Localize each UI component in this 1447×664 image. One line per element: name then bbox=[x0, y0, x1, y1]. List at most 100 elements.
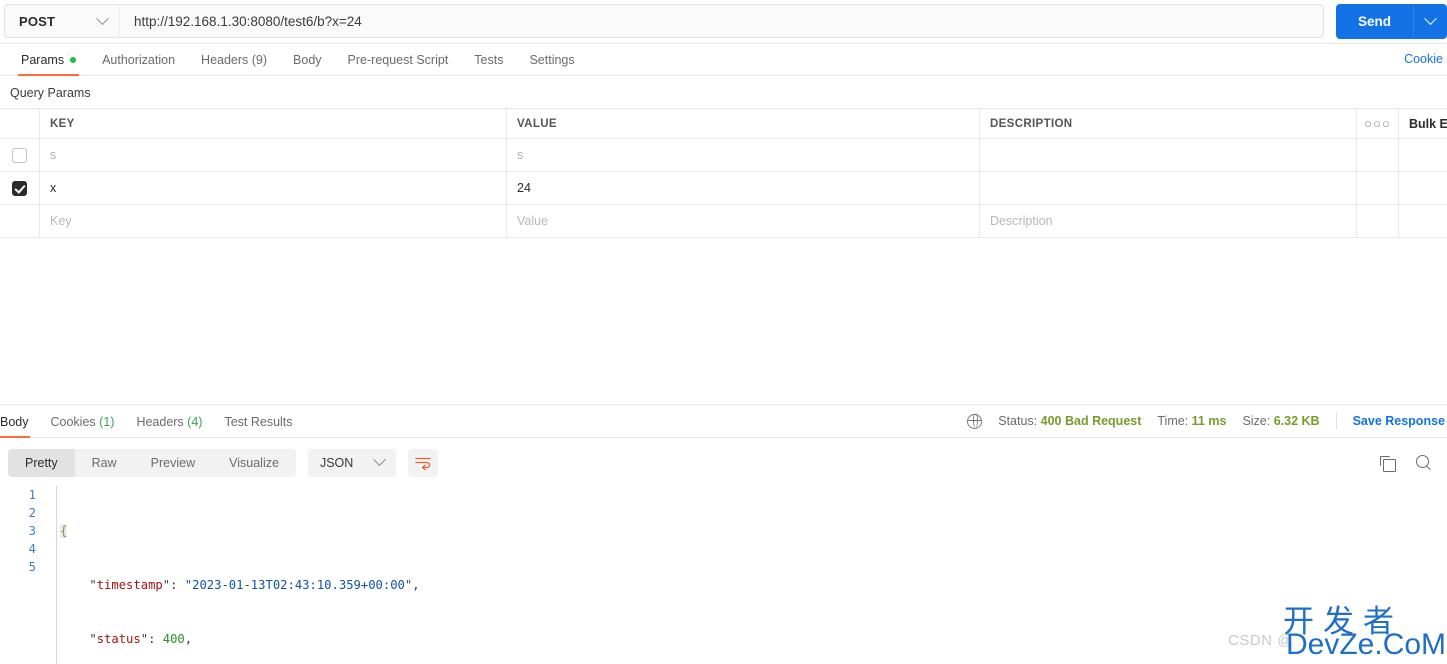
response-tab-body[interactable]: Body bbox=[0, 415, 40, 438]
tab-params[interactable]: Params bbox=[8, 52, 89, 76]
url-input[interactable]: http://192.168.1.30:8080/test6/b?x=24 bbox=[119, 4, 1324, 38]
view-preview-button[interactable]: Preview bbox=[134, 449, 212, 477]
cookies-link[interactable]: Cookie bbox=[1404, 52, 1443, 66]
row-description-cell[interactable] bbox=[980, 172, 1357, 204]
row-enable-checkbox[interactable] bbox=[12, 147, 27, 163]
row-checkbox-cell bbox=[0, 172, 40, 204]
new-row-value-placeholder: Value bbox=[517, 214, 549, 228]
chevron-down-icon bbox=[96, 11, 109, 25]
new-row-key-input[interactable]: Key bbox=[40, 205, 507, 237]
word-wrap-button[interactable] bbox=[408, 448, 439, 477]
tab-tests-label: Tests bbox=[474, 52, 504, 67]
row-options-cell bbox=[1357, 205, 1399, 237]
column-header-value: VALUE bbox=[517, 117, 557, 130]
tab-tests[interactable]: Tests bbox=[461, 52, 516, 76]
new-row-value-input[interactable]: Value bbox=[507, 205, 980, 237]
response-tab-test-results[interactable]: Test Results bbox=[213, 414, 303, 438]
column-header-description: DESCRIPTION bbox=[990, 117, 1073, 130]
table-row[interactable]: x 24 bbox=[0, 172, 1447, 205]
header-checkbox-cell bbox=[0, 109, 40, 138]
divider bbox=[1335, 413, 1337, 429]
json-code-lines: { "timestamp": "2023-01-13T02:43:10.359+… bbox=[60, 486, 1447, 664]
view-pretty-button[interactable]: Pretty bbox=[8, 448, 75, 477]
json-value-timestamp: "2023-01-13T02:43:10.359+00:00" bbox=[184, 578, 413, 592]
tab-body[interactable]: Body bbox=[280, 52, 335, 76]
time-group: Time: 11 ms bbox=[1157, 414, 1226, 428]
line-number: 1 bbox=[28, 488, 36, 502]
row-trailing-cell bbox=[1399, 139, 1447, 171]
time-value: 11 ms bbox=[1191, 414, 1227, 428]
send-button[interactable]: Send bbox=[1335, 3, 1413, 39]
row-key-cell[interactable]: s bbox=[40, 139, 507, 171]
tab-body-label: Body bbox=[293, 52, 322, 67]
response-tab-cookies-label: Cookies bbox=[50, 414, 96, 429]
response-tab-headers-count: (4) bbox=[187, 414, 203, 429]
column-header-key: KEY bbox=[50, 117, 75, 130]
json-key-status: status bbox=[96, 632, 141, 646]
row-value-text: s bbox=[517, 148, 524, 162]
tab-headers[interactable]: Headers (9) bbox=[188, 52, 280, 76]
response-body-viewer[interactable]: 1 2 3 4 5 { "timestamp": "2023-01-13T02:… bbox=[0, 486, 1447, 664]
copy-icon[interactable] bbox=[1380, 455, 1396, 472]
row-trailing-cell bbox=[1399, 205, 1447, 237]
globe-icon[interactable] bbox=[966, 413, 983, 429]
chevron-down-icon bbox=[1424, 11, 1437, 25]
size-group: Size: 6.32 KB bbox=[1242, 414, 1319, 428]
size-value: 6.32 KB bbox=[1273, 414, 1320, 428]
table-row[interactable]: s s bbox=[0, 139, 1447, 172]
line-number: 3 bbox=[28, 524, 36, 538]
query-params-title: Query Params bbox=[10, 86, 91, 100]
tab-authorization[interactable]: Authorization bbox=[89, 52, 188, 76]
view-visualize-button[interactable]: Visualize bbox=[212, 449, 296, 477]
row-value-cell[interactable]: 24 bbox=[507, 172, 980, 204]
size-label: Size: bbox=[1242, 414, 1271, 428]
line-number-gutter: 1 2 3 4 5 bbox=[0, 486, 46, 664]
json-value-status: 400 bbox=[162, 632, 185, 646]
ellipsis-icon: ○○○ bbox=[1364, 116, 1391, 131]
code-line-3: "status": 400, bbox=[89, 632, 193, 646]
row-key-text: x bbox=[50, 181, 57, 195]
row-options-cell bbox=[1357, 172, 1399, 204]
row-key-cell[interactable]: x bbox=[40, 172, 507, 204]
response-view-segmented-control: Pretty Raw Preview Visualize bbox=[8, 448, 296, 477]
query-params-table: KEY VALUE DESCRIPTION ○○○ Bulk Ed s s x … bbox=[0, 108, 1447, 238]
table-row-new[interactable]: Key Value Description bbox=[0, 205, 1447, 238]
tab-params-label: Params bbox=[21, 52, 65, 67]
http-method-selector[interactable]: POST bbox=[4, 4, 119, 38]
new-row-description-input[interactable]: Description bbox=[980, 205, 1357, 237]
response-language-selector[interactable]: JSON bbox=[307, 448, 397, 477]
new-row-key-placeholder: Key bbox=[50, 214, 72, 228]
row-enable-checkbox[interactable] bbox=[12, 180, 27, 196]
tab-authorization-label: Authorization bbox=[102, 52, 176, 67]
search-icon[interactable] bbox=[1416, 455, 1431, 470]
tab-headers-label: Headers (9) bbox=[201, 52, 268, 67]
bulk-edit-button[interactable]: Bulk Ed bbox=[1399, 109, 1447, 138]
status-badge: 400 Bad Request bbox=[1040, 414, 1142, 428]
tab-pre-request-script[interactable]: Pre-request Script bbox=[335, 52, 462, 76]
row-checkbox-cell bbox=[0, 205, 40, 237]
row-checkbox-cell bbox=[0, 139, 40, 171]
send-options-button[interactable] bbox=[1413, 3, 1447, 39]
http-method-label: POST bbox=[19, 13, 56, 29]
row-value-cell[interactable]: s bbox=[507, 139, 980, 171]
line-number: 5 bbox=[28, 560, 36, 574]
table-options-button[interactable]: ○○○ bbox=[1357, 109, 1399, 138]
view-raw-button[interactable]: Raw bbox=[75, 449, 134, 477]
url-text: http://192.168.1.30:8080/test6/b?x=24 bbox=[134, 13, 362, 29]
line-number: 2 bbox=[28, 506, 36, 520]
postman-window: POST http://192.168.1.30:8080/test6/b?x=… bbox=[0, 0, 1447, 664]
time-label: Time: bbox=[1157, 414, 1189, 428]
tab-pre-request-script-label: Pre-request Script bbox=[347, 52, 449, 67]
response-tab-headers[interactable]: Headers (4) bbox=[125, 414, 213, 438]
row-trailing-cell bbox=[1399, 172, 1447, 204]
response-tab-cookies[interactable]: Cookies (1) bbox=[40, 414, 126, 438]
response-tab-test-results-label: Test Results bbox=[224, 414, 293, 429]
row-value-text: 24 bbox=[517, 181, 531, 195]
row-options-cell bbox=[1357, 139, 1399, 171]
row-description-cell[interactable] bbox=[980, 139, 1357, 171]
response-format-toolbar: Pretty Raw Preview Visualize JSON bbox=[0, 440, 1447, 485]
save-response-button[interactable]: Save Response bbox=[1353, 414, 1445, 428]
tab-settings[interactable]: Settings bbox=[516, 53, 587, 76]
table-header-row: KEY VALUE DESCRIPTION ○○○ Bulk Ed bbox=[0, 109, 1447, 139]
new-row-description-placeholder: Description bbox=[990, 214, 1053, 228]
